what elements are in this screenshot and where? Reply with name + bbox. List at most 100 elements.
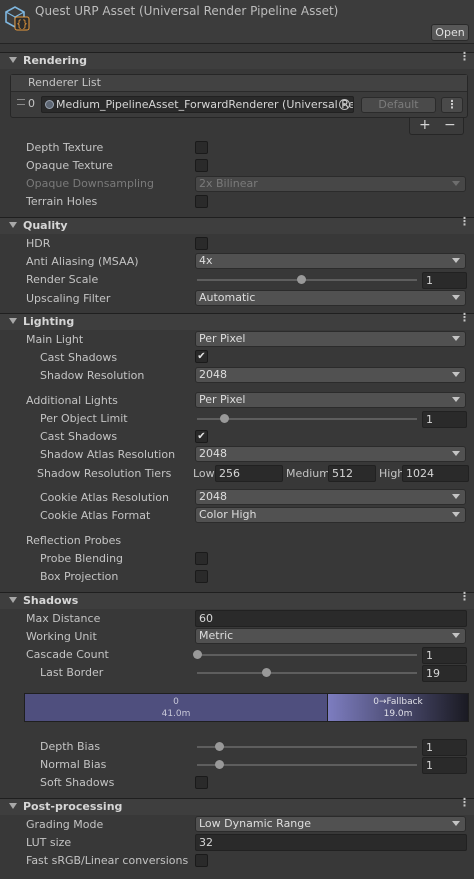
renderer-asset-icon: [45, 100, 54, 109]
per-object-limit-slider-thumb[interactable]: [220, 414, 229, 423]
opaque-downsampling-label: Opaque Downsampling: [26, 177, 155, 190]
dropdown-arrow-icon: [452, 821, 460, 826]
urp-asset-icon: {}: [5, 6, 30, 31]
tier-medium-field[interactable]: 512: [328, 465, 376, 482]
main-cast-shadows-checkbox[interactable]: ✔: [195, 350, 208, 363]
render-scale-field[interactable]: 1: [422, 272, 467, 289]
kebab-menu-icon[interactable]: ⋮: [459, 591, 470, 608]
main-light-label: Main Light: [26, 333, 84, 346]
open-button[interactable]: Open: [431, 24, 469, 41]
foldout-arrow-icon[interactable]: [9, 57, 17, 63]
grading-mode-value: Low Dynamic Range: [199, 817, 312, 830]
main-light-value: Per Pixel: [199, 332, 246, 345]
shadow-resolution-dropdown[interactable]: 2048: [195, 367, 466, 383]
section-shadows[interactable]: Shadows ⋮: [0, 591, 474, 609]
cookie-atlas-format-dropdown[interactable]: Color High: [195, 507, 466, 523]
cookie-atlas-format-label: Cookie Atlas Format: [40, 509, 151, 522]
foldout-arrow-icon[interactable]: [9, 803, 17, 809]
kebab-menu-icon[interactable]: ⋮: [459, 51, 470, 68]
cascade-count-slider[interactable]: [197, 654, 417, 656]
last-border-field[interactable]: 19: [422, 665, 467, 682]
render-scale-slider-thumb[interactable]: [296, 275, 306, 284]
additional-lights-dropdown[interactable]: Per Pixel: [195, 392, 466, 408]
opaque-texture-label: Opaque Texture: [26, 159, 113, 172]
additional-cast-shadows-checkbox[interactable]: ✔: [195, 430, 208, 443]
lut-size-label: LUT size: [26, 836, 72, 849]
depth-bias-slider[interactable]: [197, 746, 417, 748]
renderer-object-field[interactable]: Medium_PipelineAsset_ForwardRenderer (Un…: [41, 96, 354, 113]
cookie-atlas-resolution-dropdown[interactable]: 2048: [195, 489, 466, 505]
depth-texture-checkbox[interactable]: [195, 141, 208, 154]
object-picker-icon[interactable]: [339, 99, 350, 110]
shadow-resolution-label: Shadow Resolution: [40, 369, 145, 382]
dropdown-arrow-icon: [452, 258, 460, 263]
renderer-list-label: Renderer List: [28, 76, 101, 89]
kebab-menu-icon[interactable]: ⋮: [459, 312, 470, 329]
last-border-slider-thumb[interactable]: [262, 668, 272, 677]
probe-blending-checkbox[interactable]: [195, 552, 208, 565]
section-lighting[interactable]: Lighting ⋮: [0, 312, 474, 330]
grading-mode-dropdown[interactable]: Low Dynamic Range: [195, 816, 466, 832]
shadow-resolution-tiers-label: Shadow Resolution Tiers: [37, 467, 172, 480]
opaque-downsampling-dropdown: 2x Bilinear: [195, 176, 466, 192]
last-border-slider[interactable]: [197, 672, 417, 674]
tier-high-field[interactable]: 1024: [402, 465, 469, 482]
section-quality[interactable]: Quality ⋮: [0, 216, 474, 234]
opaque-texture-checkbox[interactable]: [195, 159, 208, 172]
box-projection-label: Box Projection: [40, 570, 119, 583]
drag-handle-icon[interactable]: [17, 99, 25, 105]
soft-shadows-label: Soft Shadows: [40, 776, 115, 789]
lut-size-field[interactable]: 32: [195, 834, 467, 851]
normal-bias-field[interactable]: 1: [422, 757, 467, 774]
main-cast-shadows-label: Cast Shadows: [40, 351, 118, 364]
depth-bias-slider-thumb[interactable]: [214, 742, 224, 751]
hdr-checkbox[interactable]: [195, 237, 208, 250]
terrain-holes-checkbox[interactable]: [195, 195, 208, 208]
kebab-menu-icon[interactable]: ⋮: [459, 797, 470, 814]
box-projection-checkbox[interactable]: [195, 570, 208, 583]
per-object-limit-slider[interactable]: [197, 418, 417, 420]
foldout-arrow-icon[interactable]: [9, 222, 17, 228]
svg-text:{}: {}: [16, 19, 28, 30]
tier-low-field[interactable]: 256: [215, 465, 283, 482]
dropdown-arrow-icon: [452, 181, 460, 186]
cascade-0-index: 0: [173, 697, 179, 707]
shadow-atlas-resolution-dropdown[interactable]: 2048: [195, 446, 466, 462]
tier-high-label: High: [379, 467, 405, 480]
upscaling-filter-dropdown[interactable]: Automatic: [195, 290, 466, 306]
cascade-count-field[interactable]: 1: [422, 647, 467, 664]
add-renderer-button[interactable]: +: [419, 117, 431, 133]
main-light-dropdown[interactable]: Per Pixel: [195, 331, 466, 347]
upscaling-filter-value: Automatic: [199, 291, 256, 304]
soft-shadows-checkbox[interactable]: [195, 776, 208, 789]
cascade-0-segment[interactable]: 0 41.0m: [24, 693, 328, 722]
msaa-dropdown[interactable]: 4x: [195, 253, 466, 269]
msaa-value: 4x: [199, 254, 213, 267]
kebab-menu-icon[interactable]: ⋮: [459, 216, 470, 233]
section-rendering[interactable]: Rendering ⋮: [0, 51, 474, 69]
working-unit-dropdown[interactable]: Metric: [195, 628, 466, 644]
fast-srgb-label: Fast sRGB/Linear conversions: [26, 854, 189, 867]
remove-renderer-button[interactable]: −: [444, 117, 456, 133]
cascade-count-slider-thumb[interactable]: [192, 650, 202, 659]
normal-bias-slider-thumb[interactable]: [214, 760, 224, 769]
cookie-atlas-format-value: Color High: [199, 508, 257, 521]
set-default-button[interactable]: Default: [361, 97, 436, 113]
additional-lights-value: Per Pixel: [199, 393, 246, 406]
renderer-item-menu-button[interactable]: ⋮: [441, 97, 463, 113]
renderer-list-header: Renderer List: [11, 75, 467, 92]
tier-medium-label: Medium: [286, 467, 330, 480]
cookie-atlas-resolution-label: Cookie Atlas Resolution: [40, 491, 169, 504]
normal-bias-slider[interactable]: [197, 764, 417, 766]
section-post-processing[interactable]: Post-processing ⋮: [0, 797, 474, 815]
foldout-arrow-icon[interactable]: [9, 318, 17, 324]
cascade-fallback-segment: 0→Fallback 19.0m: [327, 693, 469, 722]
max-distance-field[interactable]: 60: [195, 610, 467, 627]
foldout-arrow-icon[interactable]: [9, 597, 17, 603]
per-object-limit-field[interactable]: 1: [422, 411, 467, 428]
render-scale-label: Render Scale: [26, 273, 99, 286]
fast-srgb-checkbox[interactable]: [195, 854, 208, 867]
render-scale-slider[interactable]: [197, 279, 417, 281]
depth-bias-field[interactable]: 1: [422, 739, 467, 756]
max-distance-label: Max Distance: [26, 612, 101, 625]
